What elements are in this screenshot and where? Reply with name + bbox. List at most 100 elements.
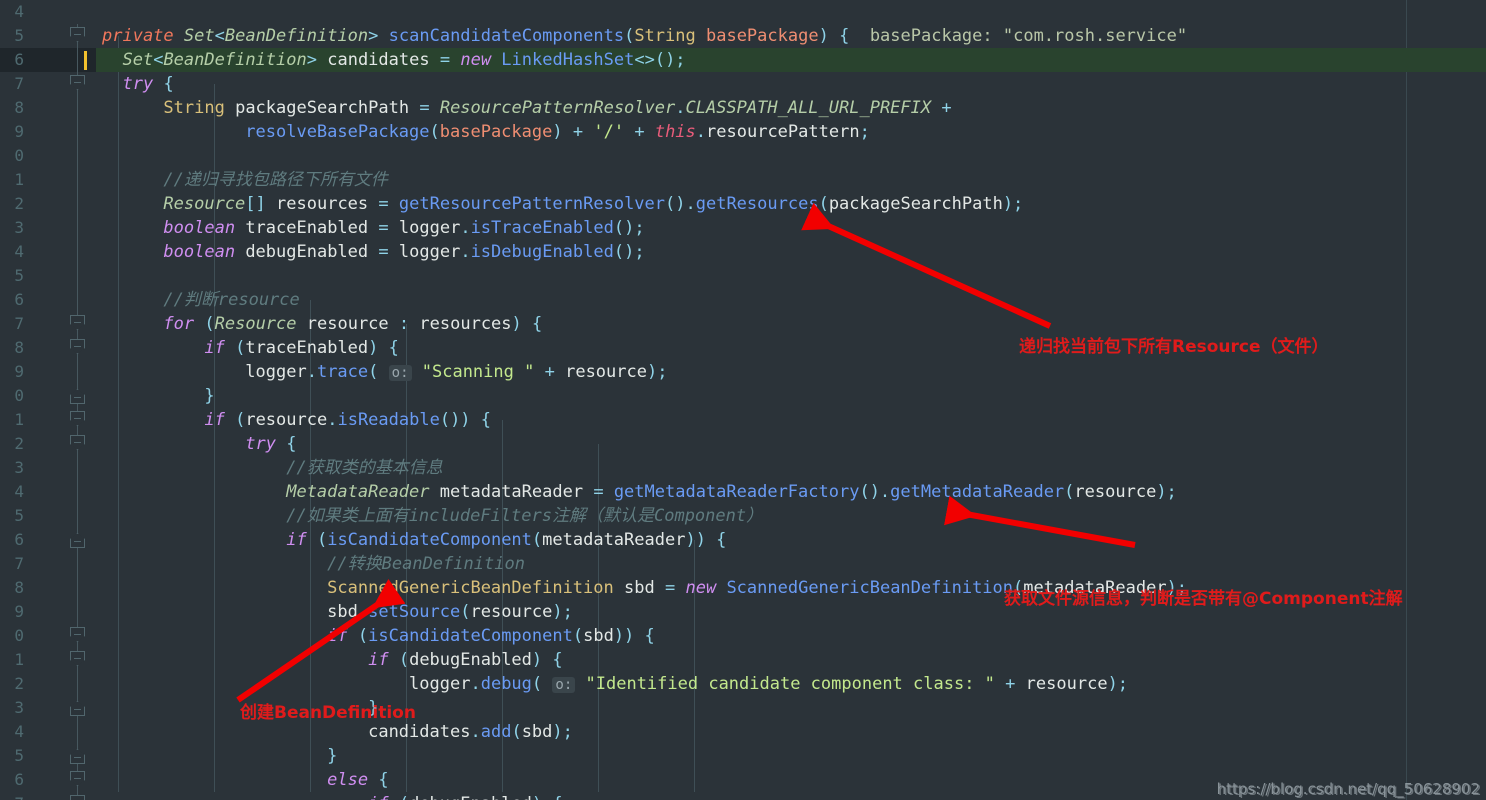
- code-line-comment[interactable]: //获取类的基本信息: [96, 456, 1486, 480]
- code-line[interactable]: try {: [96, 72, 1486, 96]
- fold-marker[interactable]: [66, 24, 90, 48]
- fold-marker[interactable]: [66, 648, 90, 672]
- code-line[interactable]: MetadataReader metadataReader = getMetad…: [96, 480, 1486, 504]
- gutter-line-8[interactable]: 8: [0, 336, 96, 360]
- fold-marker[interactable]: [66, 528, 90, 552]
- gutter-line-5[interactable]: 5: [0, 504, 96, 528]
- fold-marker[interactable]: [66, 192, 90, 216]
- line-number: 3: [14, 218, 24, 237]
- gutter-line-0[interactable]: 0: [0, 384, 96, 408]
- fold-marker[interactable]: [66, 456, 90, 480]
- gutter-line-6[interactable]: 6: [0, 288, 96, 312]
- gutter-line-8[interactable]: 8: [0, 576, 96, 600]
- fold-marker[interactable]: [66, 240, 90, 264]
- gutter-line-4[interactable]: 4: [0, 480, 96, 504]
- fold-marker[interactable]: [66, 0, 90, 24]
- fold-marker[interactable]: [66, 432, 90, 456]
- gutter-line-7[interactable]: 7: [0, 552, 96, 576]
- gutter-line-2[interactable]: 2: [0, 432, 96, 456]
- fold-marker[interactable]: [66, 744, 90, 768]
- fold-marker[interactable]: [66, 720, 90, 744]
- code-line[interactable]: if (resource.isReadable()) {: [96, 408, 1486, 432]
- fold-marker[interactable]: [66, 168, 90, 192]
- code-line[interactable]: }: [96, 744, 1486, 768]
- gutter-line-0[interactable]: 0: [0, 144, 96, 168]
- code-line[interactable]: }: [96, 384, 1486, 408]
- gutter-line-1[interactable]: 1: [0, 648, 96, 672]
- gutter-line-9[interactable]: 9: [0, 600, 96, 624]
- gutter-line-2[interactable]: 2: [0, 672, 96, 696]
- fold-marker[interactable]: [66, 264, 90, 288]
- code-line[interactable]: boolean traceEnabled = logger.isTraceEna…: [96, 216, 1486, 240]
- gutter-line-3[interactable]: 3: [0, 216, 96, 240]
- code-line[interactable]: try {: [96, 432, 1486, 456]
- code-line-comment[interactable]: //递归寻找包路径下所有文件: [96, 168, 1486, 192]
- code-line[interactable]: if (isCandidateComponent(sbd)) {: [96, 624, 1486, 648]
- gutter-line-6[interactable]: 6: [0, 48, 96, 72]
- gutter-line-9[interactable]: 9: [0, 360, 96, 384]
- fold-marker[interactable]: [66, 480, 90, 504]
- line-number: 6: [14, 530, 24, 549]
- gutter-line-0[interactable]: 0: [0, 624, 96, 648]
- fold-marker[interactable]: [66, 216, 90, 240]
- fold-marker[interactable]: [66, 576, 90, 600]
- gutter-line-7[interactable]: 7: [0, 792, 96, 800]
- code-line[interactable]: private Set<BeanDefinition> scanCandidat…: [96, 24, 1486, 48]
- gutter-line-2[interactable]: 2: [0, 192, 96, 216]
- annotation-label-resources: 递归找当前包下所有Resource（文件）: [1019, 337, 1329, 357]
- fold-marker[interactable]: [66, 312, 90, 336]
- code-line[interactable]: Resource[] resources = getResourcePatter…: [96, 192, 1486, 216]
- code-line[interactable]: String packageSearchPath = ResourcePatte…: [96, 96, 1486, 120]
- gutter-line-5[interactable]: 5: [0, 744, 96, 768]
- fold-marker[interactable]: [66, 504, 90, 528]
- gutter-line-6[interactable]: 6: [0, 528, 96, 552]
- fold-marker[interactable]: [66, 768, 90, 792]
- code-line[interactable]: [96, 0, 1486, 24]
- fold-marker[interactable]: [66, 72, 90, 96]
- gutter-line-6[interactable]: 6: [0, 768, 96, 792]
- code-line[interactable]: boolean debugEnabled = logger.isDebugEna…: [96, 240, 1486, 264]
- code-line[interactable]: if (isCandidateComponent(metadataReader)…: [96, 528, 1486, 552]
- gutter-line-7[interactable]: 7: [0, 312, 96, 336]
- fold-marker[interactable]: [66, 96, 90, 120]
- fold-marker[interactable]: [66, 600, 90, 624]
- editor-gutter[interactable]: 4 5 6 7 8 9 0 1 2 3 4 5 6 7 8 9 0 1 2 3 4 5 6 7 8 9 0 1 2 3 4 5 6 7: [0, 0, 96, 800]
- fold-marker[interactable]: [66, 336, 90, 360]
- fold-marker[interactable]: [66, 288, 90, 312]
- fold-marker[interactable]: [66, 408, 90, 432]
- fold-marker[interactable]: [66, 672, 90, 696]
- gutter-line-4[interactable]: 4: [0, 240, 96, 264]
- fold-marker[interactable]: [66, 144, 90, 168]
- code-line[interactable]: [96, 144, 1486, 168]
- fold-marker[interactable]: [66, 360, 90, 384]
- fold-marker[interactable]: [66, 792, 90, 800]
- code-line[interactable]: if (debugEnabled) {: [96, 648, 1486, 672]
- gutter-line-5[interactable]: 5: [0, 264, 96, 288]
- code-line[interactable]: logger.debug( o: "Identified candidate c…: [96, 672, 1486, 696]
- fold-marker[interactable]: [66, 696, 90, 720]
- fold-marker[interactable]: [66, 120, 90, 144]
- gutter-line-9[interactable]: 9: [0, 120, 96, 144]
- code-line-current[interactable]: Set<BeanDefinition> candidates = new Lin…: [96, 48, 1486, 72]
- code-line-comment[interactable]: //如果类上面有includeFilters注解（默认是Component）: [96, 504, 1486, 528]
- line-number: 6: [14, 770, 24, 789]
- fold-marker[interactable]: [66, 384, 90, 408]
- code-line[interactable]: resolveBasePackage(basePackage) + '/' + …: [96, 120, 1486, 144]
- gutter-line-5[interactable]: 5: [0, 24, 96, 48]
- gutter-line-4[interactable]: 4: [0, 0, 96, 24]
- gutter-line-1[interactable]: 1: [0, 408, 96, 432]
- code-line[interactable]: logger.trace( o: "Scanning " + resource)…: [96, 360, 1486, 384]
- gutter-line-3[interactable]: 3: [0, 696, 96, 720]
- gutter-line-4[interactable]: 4: [0, 720, 96, 744]
- gutter-line-8[interactable]: 8: [0, 96, 96, 120]
- code-area[interactable]: private Set<BeanDefinition> scanCandidat…: [96, 0, 1486, 800]
- code-line[interactable]: candidates.add(sbd);: [96, 720, 1486, 744]
- gutter-line-3[interactable]: 3: [0, 456, 96, 480]
- gutter-line-1[interactable]: 1: [0, 168, 96, 192]
- fold-marker[interactable]: [66, 552, 90, 576]
- fold-marker[interactable]: [66, 624, 90, 648]
- code-line[interactable]: [96, 264, 1486, 288]
- gutter-line-7[interactable]: 7: [0, 72, 96, 96]
- code-line-comment[interactable]: //转换BeanDefinition: [96, 552, 1486, 576]
- code-line-comment[interactable]: //判断resource: [96, 288, 1486, 312]
